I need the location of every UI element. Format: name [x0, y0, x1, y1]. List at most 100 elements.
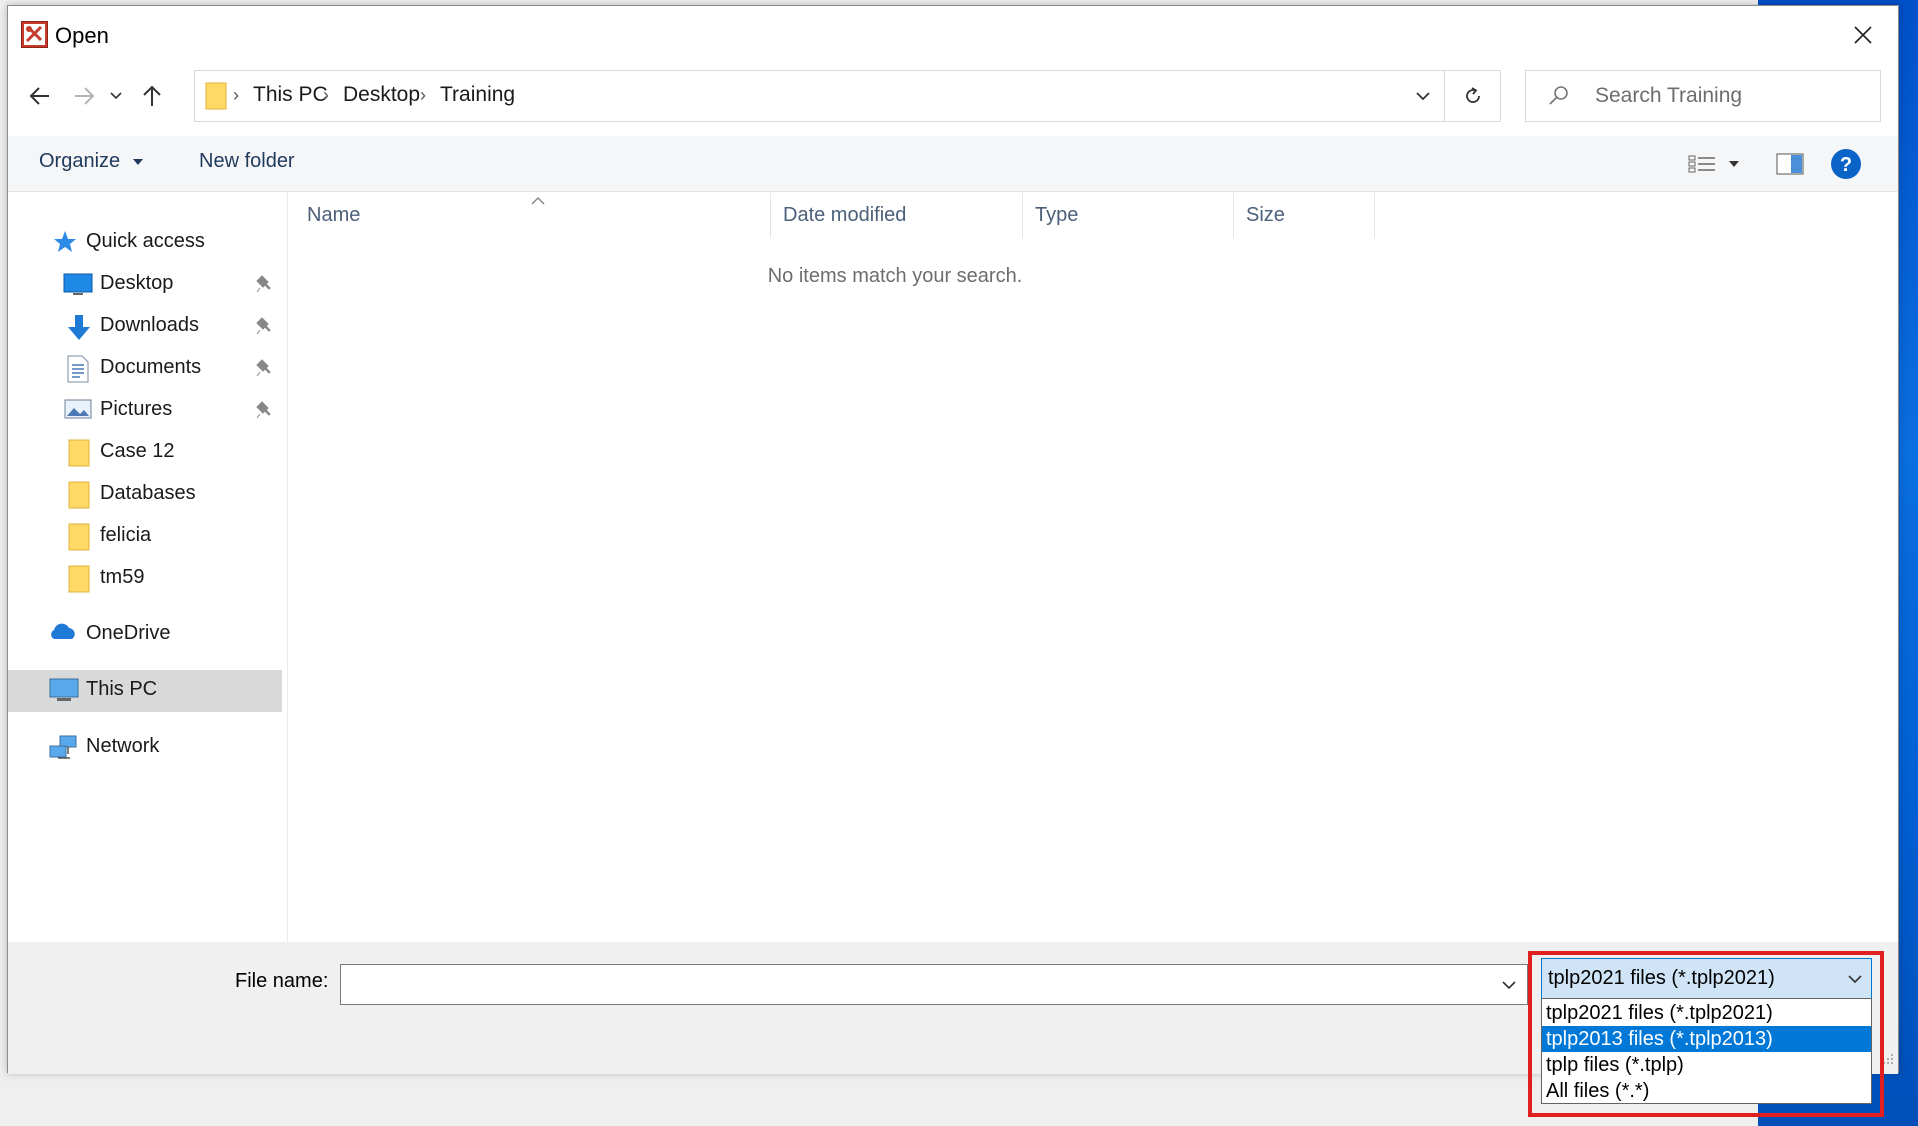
sidebar-label: Databases [100, 482, 196, 504]
close-icon [1854, 26, 1872, 44]
search-box[interactable]: Search Training [1525, 70, 1881, 122]
navigation-pane: Quick access Desktop Downloads Documents… [8, 193, 288, 942]
sidebar-label: Downloads [100, 314, 199, 336]
sidebar-label: tm59 [100, 566, 145, 588]
pictures-icon [64, 397, 92, 426]
file-list: Name Date modified Type Size No items ma… [290, 193, 1898, 942]
breadcrumb-this-pc[interactable]: This PC [253, 83, 328, 107]
open-dialog: Open › This PC › Desktop › Training Sear… [7, 5, 1899, 1074]
breadcrumb-desktop[interactable]: Desktop [343, 83, 420, 107]
breadcrumb-separator: › [233, 85, 239, 105]
back-button[interactable] [18, 72, 62, 120]
sidebar-label: Quick access [86, 230, 205, 252]
change-view-button[interactable] [1683, 146, 1747, 182]
folder-icon [68, 439, 90, 472]
column-header-type[interactable]: Type [1023, 193, 1234, 238]
arrow-right-icon [75, 87, 95, 105]
documents-icon [66, 355, 90, 388]
sidebar-item-documents[interactable]: Documents [8, 348, 282, 388]
chevron-down-icon [1416, 92, 1430, 101]
file-type-options: tplp2021 files (*.tplp2021) tplp2013 fil… [1541, 998, 1872, 1104]
desktop-strip [0, 1073, 1758, 1126]
sidebar-item-desktop[interactable]: Desktop [8, 264, 282, 304]
refresh-icon [1465, 87, 1480, 103]
pin-icon [256, 400, 274, 425]
sidebar-label: OneDrive [86, 622, 171, 644]
search-placeholder: Search Training [1595, 84, 1743, 107]
preview-pane-button[interactable] [1770, 146, 1810, 182]
desktop-icon [63, 271, 93, 302]
sidebar-label: Case 12 [100, 440, 175, 462]
pin-icon [256, 358, 274, 383]
up-button[interactable] [130, 72, 174, 120]
sidebar-label: This PC [86, 678, 158, 700]
breadcrumb-separator: › [420, 85, 426, 105]
folder-icon [68, 523, 90, 556]
sidebar-label: Desktop [100, 272, 174, 294]
sort-ascending-icon [530, 189, 546, 212]
sidebar-item-quick-access[interactable]: Quick access [8, 222, 282, 262]
column-header-name[interactable]: Name [290, 193, 772, 238]
arrow-left-icon [29, 87, 49, 105]
column-label: Name [307, 204, 361, 226]
details-view-icon [1688, 155, 1739, 173]
arrow-up-icon [143, 85, 161, 106]
sidebar-label: Pictures [100, 398, 173, 420]
sidebar-item-network[interactable]: Network [8, 727, 282, 767]
address-bar[interactable]: › This PC › Desktop › Training [194, 70, 1445, 122]
computer-icon [49, 677, 79, 708]
file-name-label: File name: [235, 970, 329, 992]
title-bar: Open [8, 6, 1898, 64]
file-name-dropdown-button[interactable] [1491, 965, 1527, 1004]
new-folder-button[interactable]: New folder [199, 150, 295, 173]
pin-icon [256, 316, 274, 341]
address-history-button[interactable] [1401, 71, 1445, 121]
file-type-option[interactable]: tplp2013 files (*.tplp2013) [1542, 1026, 1871, 1052]
chevron-down-icon [1847, 971, 1863, 992]
column-header-size[interactable]: Size [1234, 193, 1375, 238]
svg-text:?: ? [1840, 154, 1852, 176]
chevron-down-icon [110, 92, 122, 100]
preview-pane-icon [1776, 153, 1804, 175]
command-toolbar: Organize New folder ? [8, 136, 1898, 192]
folder-icon [205, 82, 227, 115]
sidebar-label: Documents [100, 356, 202, 378]
organize-label: Organize [39, 150, 121, 172]
sidebar-item-case-12[interactable]: Case 12 [8, 432, 282, 472]
file-type-option[interactable]: All files (*.*) [1542, 1078, 1871, 1104]
file-type-option[interactable]: tplp2021 files (*.tplp2021) [1542, 1000, 1871, 1026]
sidebar-item-this-pc[interactable]: This PC [8, 670, 282, 712]
sidebar-item-databases[interactable]: Databases [8, 474, 282, 514]
onedrive-icon [48, 621, 78, 648]
help-icon: ? [1831, 149, 1861, 179]
column-header-date-modified[interactable]: Date modified [771, 193, 1023, 238]
pin-icon [256, 274, 274, 299]
file-name-combobox [340, 964, 1528, 1005]
file-name-input[interactable] [347, 970, 1477, 998]
network-icon [48, 734, 78, 765]
search-icon [1548, 84, 1570, 111]
chevron-down-icon [1502, 980, 1516, 989]
file-type-selected: tplp2021 files (*.tplp2021) [1548, 967, 1775, 989]
sidebar-item-pictures[interactable]: Pictures [8, 390, 282, 430]
help-button[interactable]: ? [1826, 144, 1866, 184]
sidebar-item-onedrive[interactable]: OneDrive [8, 614, 282, 654]
forward-button[interactable] [62, 72, 106, 120]
refresh-button[interactable] [1445, 70, 1501, 122]
sidebar-item-downloads[interactable]: Downloads [8, 306, 282, 346]
sidebar-item-felicia[interactable]: felicia [8, 516, 282, 556]
window-title: Open [55, 23, 109, 48]
empty-message: No items match your search. [767, 265, 1023, 287]
close-button[interactable] [1828, 6, 1898, 64]
file-type-select[interactable]: tplp2021 files (*.tplp2021) [1541, 958, 1872, 999]
organize-button[interactable]: Organize [39, 150, 144, 173]
recent-locations-button[interactable] [102, 72, 130, 120]
file-type-option[interactable]: tplp files (*.tplp) [1542, 1052, 1871, 1078]
folder-icon [68, 565, 90, 598]
folder-icon [68, 481, 90, 514]
breadcrumb-training[interactable]: Training [440, 83, 515, 107]
breadcrumb-separator: › [323, 85, 329, 105]
star-icon [52, 229, 78, 260]
sidebar-item-tm59[interactable]: tm59 [8, 558, 282, 598]
sidebar-label: felicia [100, 524, 152, 546]
